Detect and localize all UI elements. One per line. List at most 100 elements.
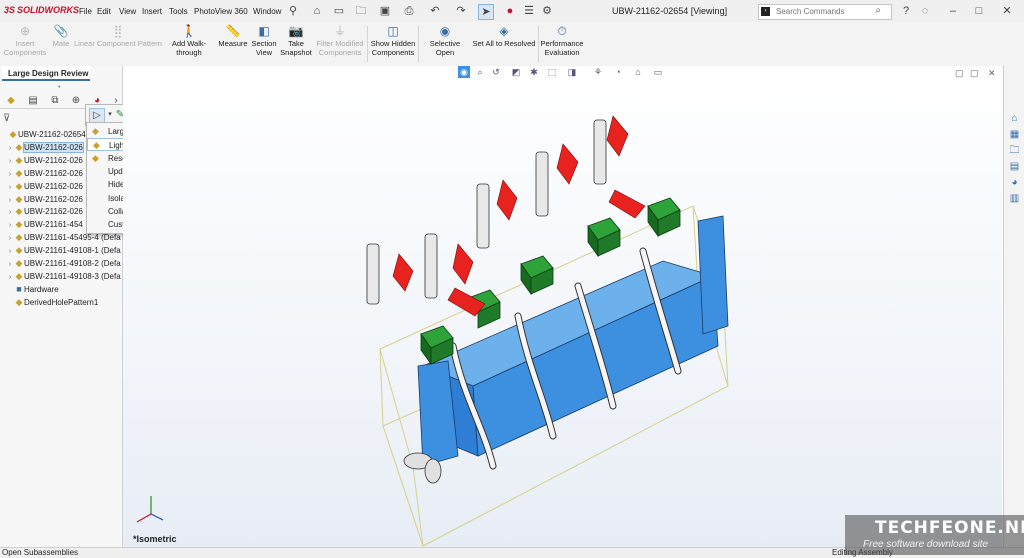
tree-item[interactable]: › ◆ UBW-21162-026 [6,205,83,217]
menu-view[interactable]: View [119,7,136,16]
app-logo[interactable]: 3S SOLIDWORKS [4,5,79,15]
tree-item[interactable]: › ◆ UBW-21161-454 [6,218,83,230]
tree-item[interactable]: › ◆ UBW-21161-49108-2 (Defa [6,257,121,269]
tree-item[interactable]: › ◆ UBW-21161-49108-1 (Defa [6,244,121,256]
tree-item[interactable]: ◆ UBW-21162-02654 [0,128,86,140]
dynamic-annotation-icon[interactable]: ✱ [528,66,540,78]
linear-component-pattern-button[interactable]: ⣿ Linear Component Pattern [74,24,162,48]
help-icon[interactable]: ? [899,4,913,18]
home-icon[interactable]: ⌂ [310,4,324,18]
edit-appearance-icon[interactable]: ◔ [612,66,624,78]
tree-item-label: UBW-21161-454 [24,220,83,230]
dimxpert-tab-icon[interactable]: ⊕ [69,95,83,107]
display-style-icon[interactable]: ◨ [566,66,578,78]
measure-button[interactable]: 📏 Measure [216,24,250,48]
search-commands-input[interactable]: › Search Commands ⌕ [758,4,892,20]
hide-show-items-icon[interactable]: ⚘ [592,66,604,78]
performance-evaluation-button[interactable]: ⏱ Performance Evaluation [540,24,584,57]
tree-item[interactable]: › ◆ UBW-21162-026 [6,167,83,179]
ds-logo-mark: 3S [4,5,16,15]
tree-item[interactable]: › ◆ UBW-21161-49108-3 (Defa [6,270,121,282]
options-gear-icon[interactable]: ⚙ [540,4,554,18]
section-view-icon[interactable]: ◩ [510,66,522,78]
tree-item[interactable]: ◆ DerivedHolePattern1 [6,296,99,308]
custom-properties-icon[interactable]: ▥ [1008,192,1021,205]
section-view-button[interactable]: ◧ Section View [250,24,278,57]
zoom-to-fit-icon[interactable]: ◉ [458,66,470,78]
previous-view-icon[interactable]: ↺ [490,66,502,78]
graphics-area[interactable] [123,66,1002,547]
minimize-icon[interactable]: – [946,4,960,18]
filter-modified-components-button[interactable]: ⏚ Filter Modified Components [315,24,365,57]
menu-insert[interactable]: Insert [142,7,162,16]
property-manager-tab-icon[interactable]: ▤ [26,95,40,107]
tab-large-design-review[interactable]: Large Design Review [2,66,90,81]
show-hidden-icon: ◫ [387,24,399,38]
pin-icon[interactable]: ⚲ [286,4,300,18]
solidworks-resources-icon[interactable]: ⌂ [1008,112,1021,125]
mate-button[interactable]: 📎 Mate [50,24,72,48]
configuration-manager-tab-icon[interactable]: ⧉ [48,95,62,107]
filter-icon[interactable]: ⊽ [3,113,10,124]
component-icon: ◆ [15,167,23,178]
component-icon: ◆ [15,245,23,256]
viewport-close-icon[interactable]: ✕ [988,68,996,79]
zoom-area-icon[interactable]: ⌕ [474,66,486,78]
redo-icon[interactable]: ↷ [454,4,468,18]
print-icon[interactable]: ⎙ [402,4,416,18]
menu-window[interactable]: Window [253,7,281,16]
viewport-maximize-icon[interactable]: ▢ [970,68,979,79]
file-explorer-icon[interactable]: 🗀 [1008,144,1021,157]
selective-open-icon: ◉ [439,24,451,38]
selective-open-button[interactable]: ◉ Selective Open [420,24,470,57]
appearances-icon[interactable]: ◕ [1008,176,1021,189]
user-account-icon[interactable]: ◌ [918,4,932,18]
tree-item[interactable]: › ◆ UBW-21162-026 [6,141,84,153]
menu-edit[interactable]: Edit [97,7,111,16]
undo-icon[interactable]: ↶ [428,4,442,18]
document-title: UBW-21162-02654 [Viewing] [612,6,728,16]
watermark: TECHFEONE.NET Free software download sit… [845,515,1024,555]
close-icon[interactable]: ✕ [1000,4,1014,18]
new-document-icon[interactable]: ▭ [332,4,346,18]
save-icon[interactable]: ▣ [378,4,392,18]
view-orientation-icon[interactable]: ⬚ [546,66,558,78]
menu-file[interactable]: File [79,7,92,16]
insert-components-button[interactable]: ⊕ Insert Components [2,24,48,57]
tree-item-label: UBW-21162-026 [24,155,83,165]
folder-icon: ■ [16,283,22,294]
rebuild-icon[interactable]: ● [503,4,517,18]
add-walkthrough-button[interactable]: 🚶 Add Walk-through [166,24,212,57]
mate-icon: 📎 [53,24,69,38]
brand-name: SOLIDWORKS [17,5,80,15]
tree-item[interactable]: › ◆ UBW-21162-026 [6,193,83,205]
tree-item[interactable]: › ◆ UBW-21162-026 [6,154,83,166]
status-left-text: Open Subassemblies [2,548,79,557]
panel-grip-icon[interactable]: • [58,84,60,91]
viewport-restore-icon[interactable]: ▢ [955,68,964,79]
component-icon: ◆ [15,296,23,307]
tree-item[interactable]: › ◆ UBW-21162-026 [6,180,83,192]
search-icon[interactable]: ⌕ [875,5,881,16]
tree-item[interactable]: ■ Hardware [6,283,58,295]
feature-tree-tab-icon[interactable]: ◆ [4,95,18,107]
show-hidden-components-button[interactable]: ◫ Show Hidden Components [369,24,417,57]
set-all-to-resolved-button[interactable]: ◈ Set All to Resolved [472,24,536,48]
select-arrow-icon[interactable]: ➤ [478,4,494,20]
component-icon: ◆ [15,154,23,165]
component-mode-icon: ◆ [93,140,100,151]
menu-photoview[interactable]: PhotoView 360 [194,7,248,16]
tree-item-label: UBW-21161-45495-4 (Defa [24,233,121,243]
assembly-model[interactable] [123,66,1002,547]
view-palette-icon[interactable]: ▤ [1008,160,1021,173]
open-icon[interactable]: 🗀 [354,4,368,18]
file-properties-icon[interactable]: ☰ [522,4,536,18]
view-settings-icon[interactable]: ▭ [652,66,664,78]
apply-scene-icon[interactable]: ⌂ [632,66,644,78]
view-orientation-label: *Isometric [133,534,177,544]
maximize-icon[interactable]: □ [972,4,986,18]
menu-tools[interactable]: Tools [169,7,188,16]
design-library-icon[interactable]: ▦ [1008,128,1021,141]
take-snapshot-button[interactable]: 📷 Take Snapshot [280,24,312,57]
toolbar-divider [418,26,419,62]
